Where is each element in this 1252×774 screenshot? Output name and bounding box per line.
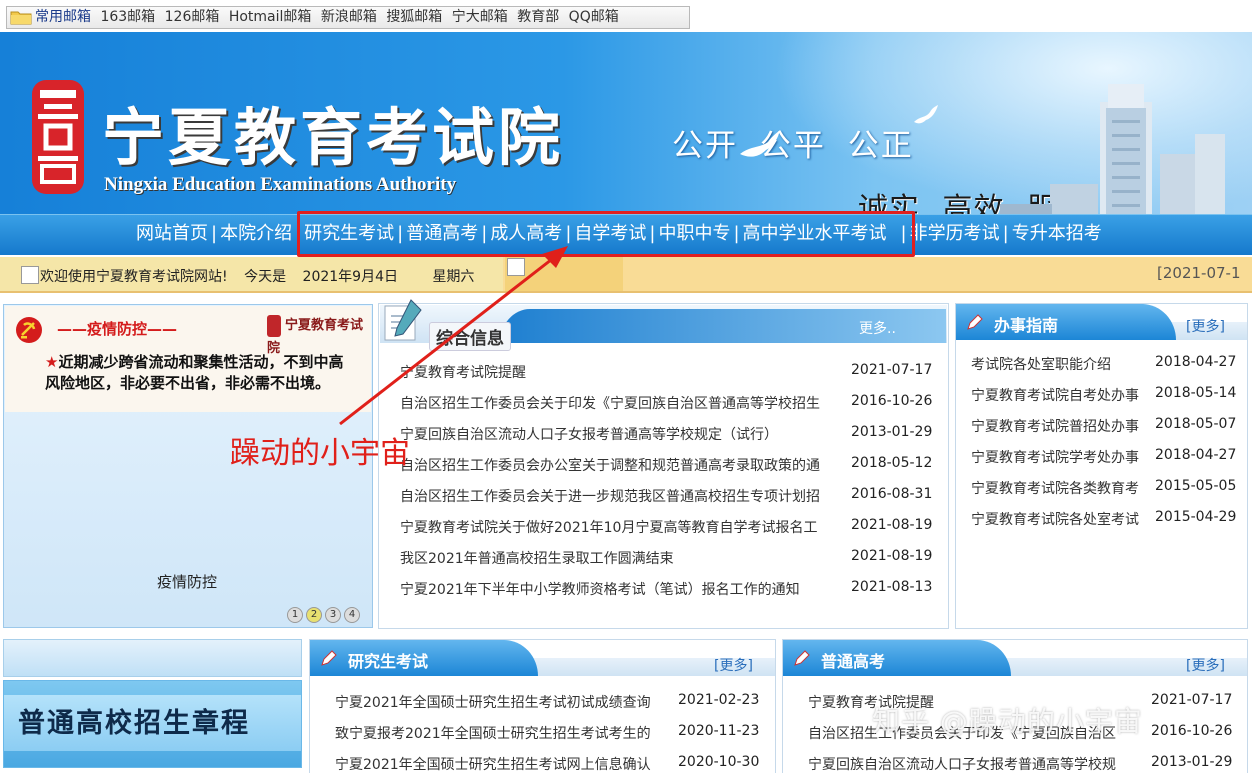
general-info-title: 综合信息 — [429, 322, 511, 351]
nav-item-upgrade[interactable]: 专升本招考 — [1012, 223, 1102, 244]
dove-icon — [914, 105, 938, 124]
list-item[interactable]: 宁夏回族自治区流动人口子女报考普通高等学校规 2013-01-29 — [808, 754, 1238, 774]
mail-bar: 常用邮箱 163邮箱 126邮箱 Hotmail邮箱 新浪邮箱 搜狐邮箱 宁大邮… — [6, 6, 690, 29]
site-title-cn: 宁夏教育考试院 — [102, 101, 565, 174]
guide-title: 办事指南 — [994, 316, 1059, 335]
list-item[interactable]: 宁夏教育考试院学考处办事 2018-04-27 — [971, 447, 1241, 467]
list-item[interactable]: 宁夏回族自治区流动人口子女报考普通高等学校规定（试行） 2013-01-29 — [400, 424, 935, 444]
nav-item-nondegree[interactable]: 非学历考试 — [910, 223, 1000, 244]
epidemic-poster: ——疫情防控—— 宁夏教育考试院 ★近期减少跨省流动和聚集性活动，不到中高风险地… — [5, 306, 371, 412]
list-item[interactable]: 自治区招生工作委员会关于进一步规范我区普通高校招生专项计划招 2016-08-31 — [400, 486, 935, 506]
welcome-message: 欢迎使用宁夏教育考试院网站! 今天是 2021年9月4日 星期六 — [40, 266, 486, 286]
scrolling-notice[interactable]: [2021-07-1 — [1157, 264, 1240, 282]
current-date: 2021年9月4日 — [302, 269, 398, 285]
slide-dot-4[interactable]: 4 — [344, 607, 360, 623]
mail-link-hotmail[interactable]: Hotmail邮箱 — [229, 9, 312, 25]
guide-panel: 办事指南 [更多] 考试院各处室职能介绍 2018-04-27 宁夏教育考试院自考… — [955, 303, 1248, 629]
seal-logo-icon — [32, 80, 84, 194]
date-prefix: 今天是 — [244, 269, 287, 285]
list-item[interactable]: 宁夏教育考试院提醒 2021-07-17 — [400, 362, 935, 382]
general-info-panel: 综合信息 更多.. 宁夏教育考试院提醒 2021-07-17 自治区招生工作委员会… — [378, 299, 949, 629]
list-item[interactable]: 宁夏2021年全国硕士研究生招生考试初试成绩查询 2021-02-23 — [335, 692, 765, 712]
welcome-text: 欢迎使用宁夏教育考试院网站! — [40, 269, 228, 285]
nav-item-about[interactable]: 本院介绍 — [220, 223, 292, 244]
list-item[interactable]: 自治区招生工作委员会关于印发《宁夏回族自治区普通高等学校招生 2016-10-26 — [400, 393, 935, 413]
slide-dot-2[interactable]: 2 — [306, 607, 322, 623]
mail-link-qq[interactable]: QQ邮箱 — [569, 9, 619, 25]
list-item[interactable]: 自治区招生工作委员会办公室关于调整和规范普通高考录取政策的通 2018-05-12 — [400, 455, 935, 475]
city-skyline-icon — [890, 84, 1225, 215]
nav-item-home[interactable]: 网站首页 — [136, 223, 208, 244]
list-item[interactable]: 宁夏教育考试院各类教育考 2015-05-05 — [971, 478, 1241, 498]
postgrad-panel: 研究生考试 [更多] 宁夏2021年全国硕士研究生招生考试初试成绩查询 2021-… — [309, 639, 776, 773]
broken-image-icon — [21, 266, 39, 284]
pencil-icon — [967, 314, 983, 330]
slide-dot-1[interactable]: 1 — [287, 607, 303, 623]
site-banner: 宁夏教育考试院 Ningxia Education Examinations A… — [0, 32, 1252, 215]
epidemic-title: ——疫情防控—— — [57, 320, 178, 338]
epidemic-logo: 宁夏教育考试院 — [267, 314, 371, 356]
mail-link-sohu[interactable]: 搜狐邮箱 — [386, 9, 442, 25]
left-banner-header — [3, 639, 302, 677]
dove-icon — [740, 130, 780, 157]
folder-icon — [10, 11, 32, 25]
postgrad-title: 研究生考试 — [348, 652, 429, 671]
epidemic-body: ★近期减少跨省流动和聚集性活动，不到中高风险地区，非必要不出省，非必需不出境。 — [45, 353, 344, 392]
postgrad-more[interactable]: [更多] — [714, 655, 753, 675]
site-title-en: Ningxia Education Examinations Authority — [104, 174, 457, 195]
welcome-bar: 欢迎使用宁夏教育考试院网站! 今天是 2021年9月4日 星期六 [2021-0… — [0, 257, 1252, 293]
admission-charter-banner[interactable]: 普通高校招生章程 — [3, 680, 302, 768]
broken-image-icon — [507, 258, 525, 276]
guide-more[interactable]: [更多] — [1186, 316, 1225, 336]
annotation-highlight-box — [297, 211, 915, 257]
seal-mini-icon — [267, 314, 281, 337]
party-emblem-icon — [16, 317, 42, 343]
star-icon: ★ — [45, 353, 59, 371]
mail-link-moe[interactable]: 教育部 — [517, 9, 559, 25]
mail-link-nxu[interactable]: 宁大邮箱 — [452, 9, 508, 25]
general-info-more[interactable]: 更多.. — [859, 318, 896, 338]
list-item[interactable]: 宁夏教育考试院各处室考试 2015-04-29 — [971, 509, 1241, 529]
list-item[interactable]: 考试院各处室职能介绍 2018-04-27 — [971, 354, 1241, 374]
list-item[interactable]: 宁夏2021年下半年中小学教师资格考试（笔试）报名工作的通知 2021-08-13 — [400, 579, 935, 599]
mail-link-sina[interactable]: 新浪邮箱 — [321, 9, 377, 25]
list-item[interactable]: 宁夏2021年全国硕士研究生招生考试网上信息确认 2020-10-30 — [335, 754, 765, 774]
pencil-icon — [794, 650, 810, 666]
mail-links: 常用邮箱 163邮箱 126邮箱 Hotmail邮箱 新浪邮箱 搜狐邮箱 宁大邮… — [35, 7, 624, 28]
annotation-label: 躁动的小宇宙 — [230, 436, 410, 471]
list-item[interactable]: 我区2021年普通高校招生录取工作圆满结束 2021-08-19 — [400, 548, 935, 568]
pencil-icon — [321, 650, 337, 666]
gaokao-more[interactable]: [更多] — [1186, 655, 1225, 675]
watermark: 知乎 @躁动的小宇宙 — [872, 705, 1143, 738]
gaokao-title: 普通高考 — [821, 652, 886, 671]
mail-label: 常用邮箱 — [35, 9, 91, 25]
list-item[interactable]: 宁夏教育考试院关于做好2021年10月宁夏高等教育自学考试报名工 2021-08-… — [400, 517, 935, 537]
slide-caption[interactable]: 疫情防控 — [4, 571, 370, 592]
list-item[interactable]: 致宁夏报考2021年全国硕士研究生招生考试考生的 2020-11-23 — [335, 723, 765, 743]
pen-paper-icon — [384, 299, 422, 341]
slide-pager: 1234 — [284, 605, 360, 623]
slide-dot-3[interactable]: 3 — [325, 607, 341, 623]
admission-charter-text: 普通高校招生章程 — [18, 708, 250, 739]
list-item[interactable]: 宁夏教育考试院普招处办事 2018-05-07 — [971, 416, 1241, 436]
mail-link-126[interactable]: 126邮箱 — [165, 9, 220, 25]
list-item[interactable]: 宁夏教育考试院自考处办事 2018-05-14 — [971, 385, 1241, 405]
current-weekday: 星期六 — [432, 269, 475, 285]
mail-link-163[interactable]: 163邮箱 — [100, 9, 155, 25]
